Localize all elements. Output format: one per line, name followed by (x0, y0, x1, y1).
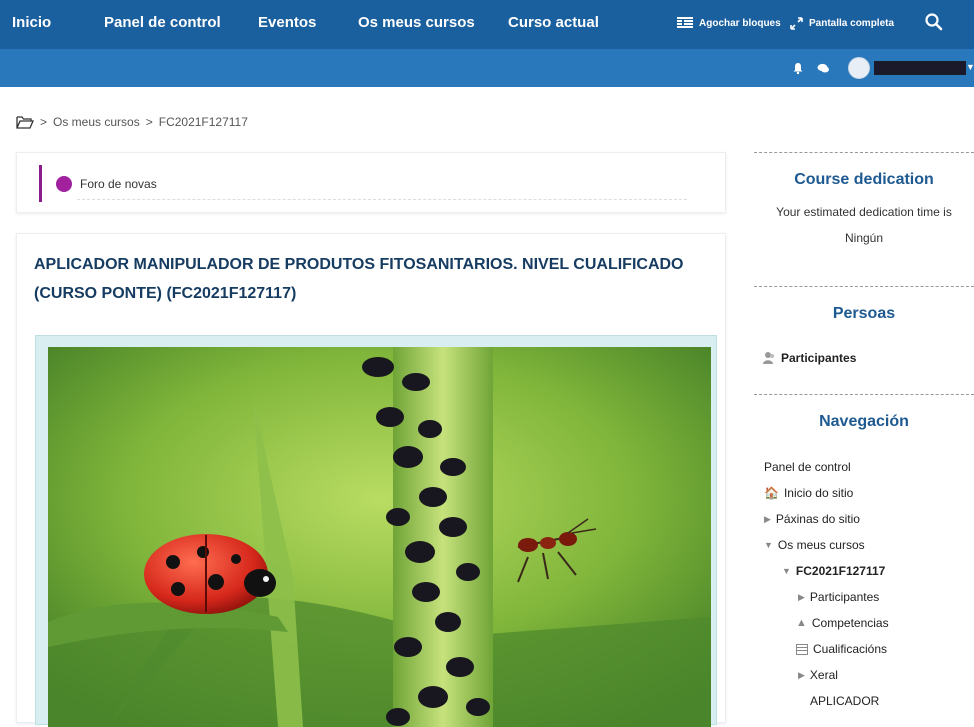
nav-site-home[interactable]: 🏠 Inicio do sitio (764, 486, 853, 500)
bell-icon[interactable] (792, 62, 804, 74)
nav-grades[interactable]: Cualificacións (796, 642, 887, 656)
hide-blocks-icon (677, 17, 693, 28)
search-icon[interactable] (924, 12, 944, 32)
chevron-down-icon[interactable]: ▼ (966, 62, 974, 72)
hide-blocks-label: Agochar bloques (699, 17, 781, 29)
breadcrumb-my-courses[interactable]: Os meus cursos (53, 115, 140, 129)
home-icon: 🏠 (764, 486, 779, 500)
nav-my-courses[interactable]: ▼ Os meus cursos (764, 538, 865, 552)
nav-general[interactable]: ▶ Xeral (798, 668, 838, 682)
course-image (48, 347, 711, 727)
folder-icon[interactable] (16, 115, 34, 129)
news-forum-link[interactable]: Foro de novas (39, 165, 157, 202)
course-image-frame (35, 335, 717, 727)
nav-site-pages[interactable]: ▶ Páxinas do sitio (764, 512, 860, 526)
dedication-text: Your estimated dedication time is (776, 205, 952, 219)
course-dedication-block: Course dedication Your estimated dedicat… (754, 152, 974, 282)
nav-link-current-course[interactable]: Curso actual (508, 14, 599, 31)
course-summary-card: APLICADOR MANIPULADOR DE PRODUTOS FITOSA… (16, 233, 726, 727)
news-forum-label: Foro de novas (80, 176, 157, 191)
caret-right-icon: ▶ (764, 513, 771, 524)
breadcrumb: > Os meus cursos > FC2021F127117 (16, 115, 248, 129)
caret-right-icon: ▶ (798, 669, 805, 680)
top-navbar: Inicio Panel de control Eventos Os meus … (0, 0, 974, 87)
nav-link-home[interactable]: Inicio (12, 14, 51, 31)
fullscreen-button[interactable]: Pantalla completa (790, 17, 894, 30)
breadcrumb-course[interactable]: FC2021F127117 (159, 115, 248, 129)
nav-course[interactable]: ▼ FC2021F127117 (782, 564, 885, 578)
navigation-title: Navegación (819, 413, 909, 430)
hide-blocks-button[interactable]: Agochar bloques (677, 17, 781, 29)
nav-link-my-courses[interactable]: Os meus cursos (358, 14, 475, 31)
user-name-redacted[interactable] (874, 61, 966, 75)
nav-participants[interactable]: ▶ Participantes (798, 590, 879, 604)
people-title: Persoas (832, 305, 896, 322)
users-icon (763, 352, 774, 364)
divider (77, 199, 687, 200)
nav-link-events[interactable]: Eventos (258, 14, 316, 31)
nav-link-dashboard[interactable]: Panel de control (104, 14, 221, 31)
navigation-block: Navegación Panel de control 🏠 Inicio do … (754, 394, 974, 714)
nav-competencies[interactable]: ▲ Competencias (796, 616, 889, 630)
news-forum-card: Foro de novas (16, 152, 726, 213)
nav-dashboard[interactable]: Panel de control (764, 460, 851, 474)
avatar[interactable] (848, 57, 870, 79)
expand-icon (790, 17, 803, 30)
forum-icon (56, 175, 72, 192)
grades-table-icon (796, 643, 808, 655)
caret-down-icon: ▼ (764, 540, 773, 550)
chat-icon[interactable] (817, 63, 830, 74)
breadcrumb-separator: > (40, 115, 48, 129)
breadcrumb-separator: > (145, 115, 153, 129)
caret-right-icon: ▶ (798, 591, 805, 602)
participants-label: Participantes (781, 351, 857, 365)
nav-aplicador[interactable]: APLICADOR (810, 694, 879, 708)
caret-down-icon: ▼ (782, 566, 791, 576)
course-title: APLICADOR MANIPULADOR DE PRODUTOS FITOSA… (34, 256, 684, 302)
fullscreen-label: Pantalla completa (809, 18, 895, 29)
participants-link[interactable]: Participantes (762, 351, 856, 365)
people-block: Persoas Participantes (754, 286, 974, 394)
primary-navbar: Inicio Panel de control Eventos Os meus … (0, 0, 974, 49)
dedication-value: Ningún (844, 231, 884, 245)
competencies-icon: ▲ (796, 617, 807, 629)
course-dedication-title: Course dedication (794, 171, 934, 188)
